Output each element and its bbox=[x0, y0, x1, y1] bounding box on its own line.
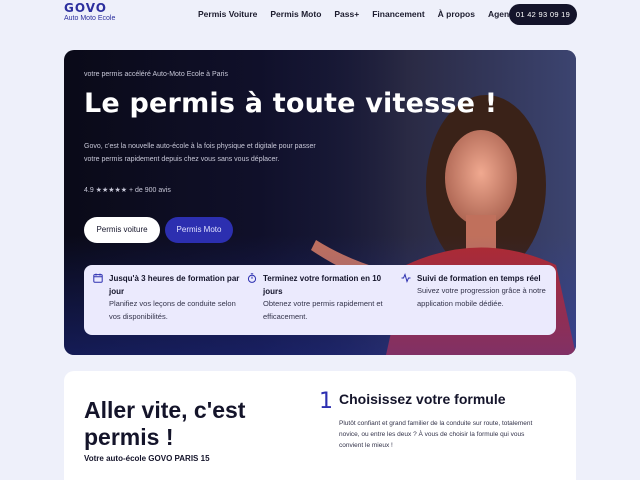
intro-section: Aller vite, c'est permis ! Votre auto-éc… bbox=[64, 371, 576, 480]
permis-moto-button[interactable]: Permis Moto bbox=[165, 217, 233, 243]
nav-link-pass-plus[interactable]: Pass+ bbox=[334, 9, 359, 19]
main-nav: Permis Voiture Permis Moto Pass+ Finance… bbox=[198, 9, 536, 19]
logo-wordmark: GOVO bbox=[64, 1, 108, 15]
step-number: 1 bbox=[319, 389, 333, 414]
feature-description: Planifiez vos leçons de conduite selon v… bbox=[109, 299, 236, 321]
hero-title: Le permis à toute vitesse ! bbox=[84, 88, 498, 119]
nav-link-a-propos[interactable]: À propos bbox=[438, 9, 475, 19]
nav-link-permis-moto[interactable]: Permis Moto bbox=[270, 9, 321, 19]
activity-icon bbox=[401, 273, 411, 283]
feature-item: Terminez votre formation en 10 jours Obt… bbox=[247, 272, 397, 323]
nav-link-financement[interactable]: Financement bbox=[372, 9, 424, 19]
feature-title: Suivi de formation en temps réel bbox=[417, 274, 541, 283]
section-subtitle: Votre auto-école GOVO PARIS 15 bbox=[84, 454, 210, 463]
phone-button[interactable]: 01 42 93 09 19 bbox=[509, 4, 577, 25]
logo-subtitle: Auto Moto Ecole bbox=[64, 15, 116, 22]
feature-description: Suivez votre progression grâce à notre a… bbox=[417, 286, 546, 308]
hero-description: Govo, c'est la nouvelle auto-école à la … bbox=[84, 143, 316, 163]
permis-voiture-button[interactable]: Permis voiture bbox=[84, 217, 160, 243]
features-panel: Jusqu'à 3 heures de formation par jour P… bbox=[84, 265, 556, 335]
feature-title: Terminez votre formation en 10 jours bbox=[263, 274, 382, 296]
stopwatch-icon bbox=[247, 273, 257, 283]
logo[interactable]: GOVO Auto Moto Ecole bbox=[64, 2, 115, 22]
feature-title: Jusqu'à 3 heures de formation par jour bbox=[109, 274, 240, 296]
step-title: Choisissez votre formule bbox=[339, 391, 506, 407]
section-title: Aller vite, c'est permis ! bbox=[84, 397, 246, 450]
feature-description: Obtenez votre permis rapidement et effic… bbox=[263, 299, 383, 321]
calendar-icon bbox=[93, 273, 103, 283]
feature-item: Jusqu'à 3 heures de formation par jour P… bbox=[93, 272, 243, 323]
hero-rating: 4.9 ★★★★★ + de 900 avis bbox=[84, 187, 171, 194]
step-description: Plutôt confiant et grand familier de la … bbox=[339, 420, 533, 449]
site-header: GOVO Auto Moto Ecole Permis Voiture Perm… bbox=[0, 0, 640, 30]
nav-link-permis-voiture[interactable]: Permis Voiture bbox=[198, 9, 257, 19]
hero-banner: votre permis accéléré Auto-Moto Ecole à … bbox=[64, 50, 576, 355]
feature-item: Suivi de formation en temps réel Suivez … bbox=[401, 272, 551, 310]
hero-kicker: votre permis accéléré Auto-Moto Ecole à … bbox=[84, 71, 228, 78]
